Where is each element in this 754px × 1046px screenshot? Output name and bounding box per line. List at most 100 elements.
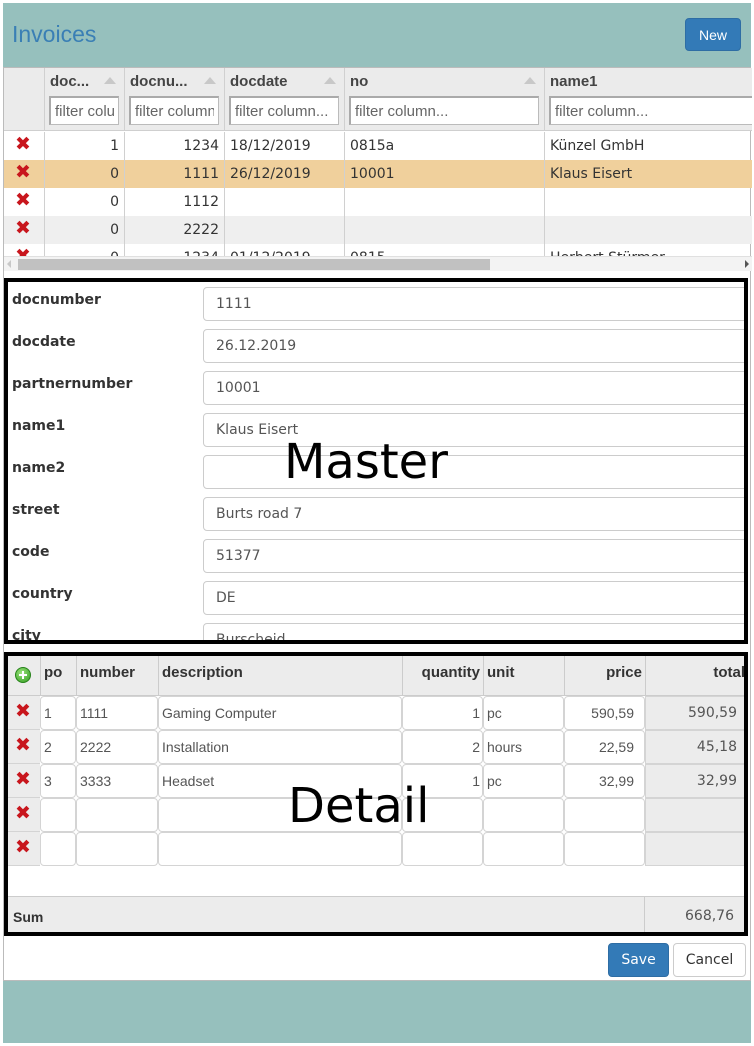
description-input[interactable] — [158, 696, 402, 730]
country-field[interactable] — [203, 581, 744, 615]
street-field[interactable] — [203, 497, 744, 531]
row-action-cell: ✖ — [8, 696, 40, 730]
po-input[interactable] — [40, 798, 76, 832]
x-icon[interactable]: ✖ — [15, 836, 31, 858]
unit-input[interactable] — [483, 730, 564, 764]
unit-input[interactable] — [483, 764, 564, 798]
horizontal-scrollbar[interactable] — [4, 256, 752, 271]
number-input[interactable] — [76, 764, 158, 798]
column-header-po[interactable]: po — [40, 656, 76, 696]
cancel-button[interactable]: Cancel — [673, 943, 746, 977]
detail-row: ✖ 45,18 — [8, 730, 744, 764]
new-button[interactable]: New — [685, 18, 741, 51]
x-icon[interactable]: ✖ — [15, 700, 31, 722]
x-icon[interactable]: ✖ — [15, 161, 31, 183]
plus-circle-icon[interactable] — [15, 667, 31, 683]
x-icon[interactable]: ✖ — [15, 734, 31, 756]
number-input[interactable] — [76, 730, 158, 764]
total-cell — [645, 798, 744, 832]
column-header-total[interactable]: total — [645, 656, 744, 696]
filter-input-docnumber[interactable] — [129, 96, 219, 125]
name2-field[interactable] — [203, 455, 744, 489]
page-title: Invoices — [12, 21, 97, 47]
sort-asc-icon[interactable] — [204, 77, 216, 84]
docnumber-field[interactable] — [203, 287, 744, 321]
x-icon[interactable]: ✖ — [15, 133, 31, 155]
cell-doc: 1 — [44, 132, 124, 160]
master-form: docnumber docdate partnernumber name1 na… — [4, 278, 748, 644]
price-input[interactable] — [564, 798, 645, 832]
table-row[interactable]: ✖ 0 2222 — [4, 216, 752, 244]
po-input[interactable] — [40, 730, 76, 764]
field-label: code — [12, 544, 50, 560]
po-input[interactable] — [40, 764, 76, 798]
description-input[interactable] — [158, 730, 402, 764]
column-header-no[interactable]: no — [344, 68, 544, 131]
column-label: docdate — [230, 73, 288, 90]
partnernumber-field[interactable] — [203, 371, 744, 405]
po-input[interactable] — [40, 832, 76, 866]
table-row[interactable]: ✖ 0 1112 — [4, 188, 752, 216]
x-icon[interactable]: ✖ — [15, 768, 31, 790]
x-icon[interactable]: ✖ — [15, 217, 31, 239]
price-input[interactable] — [564, 764, 645, 798]
sort-asc-icon[interactable] — [104, 77, 116, 84]
column-header-docnumber[interactable]: docnu... — [124, 68, 224, 131]
filter-input-docdate[interactable] — [229, 96, 339, 125]
cell-name1 — [544, 188, 752, 216]
sum-label: Sum — [13, 909, 44, 925]
scroll-left-icon[interactable] — [7, 260, 11, 268]
x-icon[interactable]: ✖ — [15, 802, 31, 824]
column-header-number[interactable]: number — [76, 656, 158, 696]
field-label: partnernumber — [12, 376, 133, 392]
quantity-input[interactable] — [402, 764, 483, 798]
description-input[interactable] — [158, 832, 402, 866]
column-header-quantity[interactable]: quantity — [402, 656, 483, 696]
app-window: Invoices New doc... docnu... docdate — [3, 3, 752, 1043]
sort-asc-icon[interactable] — [524, 77, 536, 84]
form-row-code: code — [8, 538, 744, 580]
filter-input-name1[interactable] — [549, 96, 752, 125]
form-row-country: country — [8, 580, 744, 622]
unit-input[interactable] — [483, 798, 564, 832]
description-input[interactable] — [158, 764, 402, 798]
column-header-price[interactable]: price — [564, 656, 645, 696]
column-header-name1[interactable]: name1 — [544, 68, 752, 131]
column-header-doc[interactable]: doc... — [44, 68, 124, 131]
unit-input[interactable] — [483, 832, 564, 866]
po-input[interactable] — [40, 696, 76, 730]
description-input[interactable] — [158, 798, 402, 832]
total-cell — [645, 832, 744, 866]
number-input[interactable] — [76, 798, 158, 832]
scroll-right-icon[interactable] — [745, 260, 749, 268]
cell-no: 10001 — [344, 160, 544, 188]
table-row[interactable]: ✖ 1 1234 18/12/2019 0815a Künzel GmbH — [4, 132, 752, 160]
sort-asc-icon[interactable] — [324, 77, 336, 84]
number-input[interactable] — [76, 832, 158, 866]
docdate-field[interactable] — [203, 329, 744, 363]
code-field[interactable] — [203, 539, 744, 573]
content-panel: doc... docnu... docdate no — [3, 67, 752, 981]
column-header-docdate[interactable]: docdate — [224, 68, 344, 131]
number-input[interactable] — [76, 696, 158, 730]
column-header-unit[interactable]: unit — [483, 656, 564, 696]
cell-docnumber: 1111 — [124, 160, 224, 188]
x-icon[interactable]: ✖ — [15, 189, 31, 211]
filter-input-no[interactable] — [349, 96, 539, 125]
filter-input-doc[interactable] — [49, 96, 119, 125]
price-input[interactable] — [564, 696, 645, 730]
price-input[interactable] — [564, 730, 645, 764]
price-input[interactable] — [564, 832, 645, 866]
name1-field[interactable] — [203, 413, 744, 447]
quantity-input[interactable] — [402, 832, 483, 866]
quantity-input[interactable] — [402, 798, 483, 832]
city-field[interactable] — [203, 623, 744, 640]
scrollbar-thumb[interactable] — [18, 259, 490, 270]
quantity-input[interactable] — [402, 696, 483, 730]
save-button[interactable]: Save — [608, 943, 669, 977]
table-row-selected[interactable]: ✖ 0 1111 26/12/2019 10001 Klaus Eisert — [4, 160, 752, 188]
unit-input[interactable] — [483, 696, 564, 730]
total-cell: 590,59 — [645, 696, 744, 730]
column-header-description[interactable]: description — [158, 656, 402, 696]
quantity-input[interactable] — [402, 730, 483, 764]
